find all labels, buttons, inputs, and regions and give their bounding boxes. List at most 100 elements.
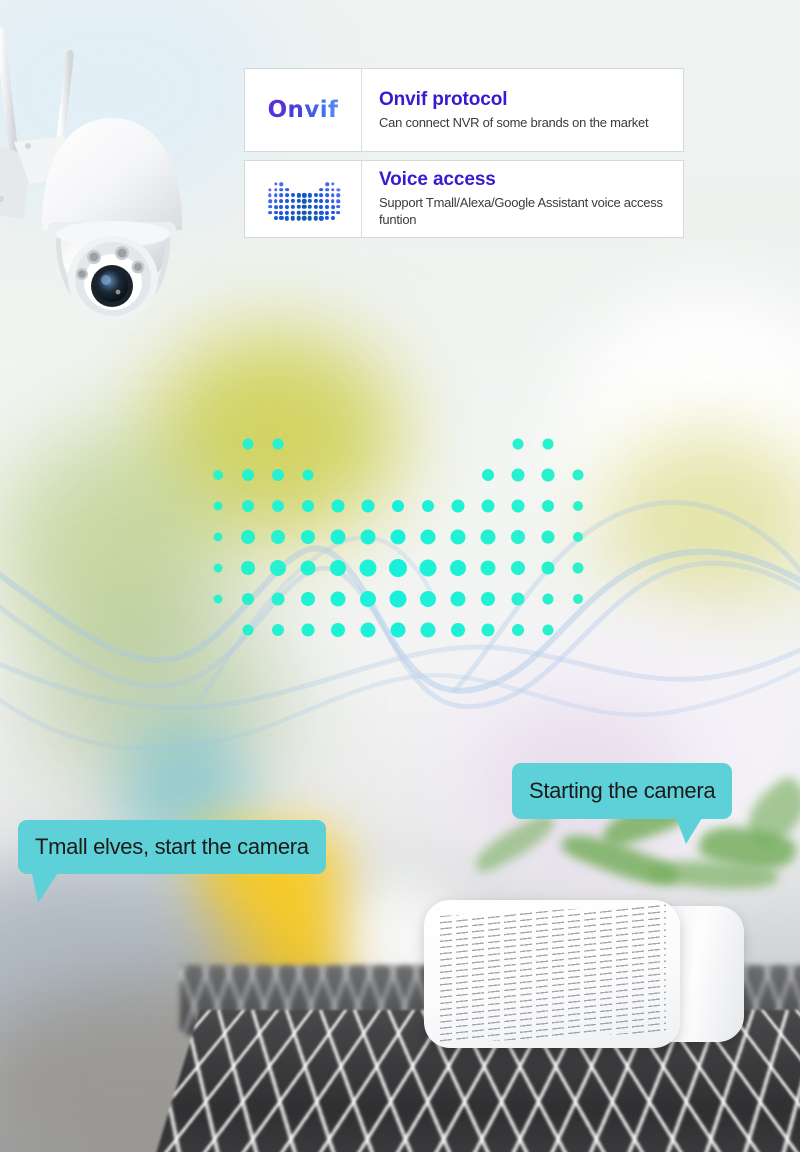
matrix-dot [285, 188, 289, 192]
speech-bubble-user-command: Tmall elves, start the camera [18, 820, 326, 874]
matrix-dot [325, 182, 329, 186]
matrix-dot [214, 533, 223, 542]
matrix-dot [331, 216, 335, 220]
matrix-dot [513, 439, 524, 450]
matrix-dot [481, 530, 496, 545]
matrix-dot [279, 205, 283, 209]
matrix-dot [274, 216, 278, 220]
matrix-dot [241, 561, 255, 575]
matrix-dot [421, 530, 436, 545]
feature-card-onvif-body: Onvif protocol Can connect NVR of some b… [362, 89, 683, 131]
matrix-dot [332, 500, 345, 513]
matrix-dot [291, 199, 295, 203]
matrix-dot [331, 199, 335, 203]
matrix-dot [325, 216, 329, 220]
matrix-dot [573, 594, 583, 604]
matrix-dot [280, 182, 284, 186]
matrix-dot [285, 199, 289, 203]
matrix-dot [291, 210, 295, 214]
matrix-dot [573, 470, 584, 481]
matrix-dot [274, 194, 278, 198]
matrix-dot [390, 591, 407, 608]
matrix-dot [573, 532, 583, 542]
matrix-dot [325, 205, 329, 209]
matrix-dot [285, 193, 289, 197]
matrix-dot [325, 210, 329, 214]
matrix-dot [451, 592, 466, 607]
feature-card-onvif[interactable]: Onvif Onvif protocol Can connect NVR of … [244, 68, 684, 152]
ptz-wifi-camera [0, 24, 204, 354]
feature-subtitle: Support Tmall/Alexa/Google Assistant voi… [379, 194, 675, 228]
matrix-dot [285, 205, 289, 209]
matrix-dot [280, 194, 284, 198]
matrix-dot [296, 193, 300, 197]
matrix-dot [361, 530, 376, 545]
matrix-dot [313, 216, 318, 221]
matrix-dot [274, 182, 277, 185]
matrix-dot [313, 210, 317, 214]
onvif-logo-cell: Onvif [245, 69, 362, 151]
matrix-dot [296, 210, 301, 215]
matrix-dot [482, 624, 495, 637]
speaker-grille [440, 904, 666, 1044]
matrix-dot [285, 216, 289, 220]
matrix-dot [214, 564, 223, 573]
matrix-dot [319, 205, 323, 209]
matrix-dot [268, 205, 272, 209]
matrix-dot [268, 211, 272, 215]
matrix-dot [337, 199, 341, 203]
matrix-dot [302, 216, 307, 221]
matrix-dot [325, 188, 329, 192]
matrix-dot [573, 563, 584, 574]
matrix-dot [242, 593, 254, 605]
matrix-dot [272, 500, 284, 512]
matrix-dot [302, 205, 307, 210]
matrix-dot [512, 624, 524, 636]
matrix-dot [291, 205, 295, 209]
matrix-dot [392, 500, 404, 512]
matrix-dot [279, 199, 283, 203]
matrix-dot [313, 205, 317, 209]
matrix-dot [314, 193, 318, 197]
matrix-dot [268, 199, 272, 203]
voice-matrix-icon [264, 176, 342, 222]
matrix-dot [511, 561, 525, 575]
matrix-dot [214, 595, 223, 604]
matrix-dot [302, 193, 306, 197]
matrix-dot [389, 559, 407, 577]
matrix-dot [296, 216, 301, 221]
matrix-dot [362, 500, 375, 513]
matrix-dot [331, 182, 334, 185]
matrix-dot [482, 469, 494, 481]
matrix-dot [301, 592, 315, 606]
matrix-dot [325, 199, 329, 203]
matrix-dot [337, 188, 340, 191]
matrix-dot [308, 210, 313, 215]
matrix-dot [331, 623, 345, 637]
matrix-dot [331, 592, 346, 607]
speech-bubble-text: Tmall elves, start the camera [35, 834, 309, 860]
speech-bubble-tail-right [676, 818, 702, 844]
matrix-dot [308, 199, 312, 203]
feature-card-voice[interactable]: Voice access Support Tmall/Alexa/Google … [244, 160, 684, 238]
matrix-dot [325, 194, 329, 198]
matrix-dot [330, 560, 346, 576]
matrix-dot [331, 530, 346, 545]
matrix-dot [422, 500, 434, 512]
matrix-dot [243, 625, 254, 636]
matrix-dot [391, 623, 406, 638]
matrix-dot [391, 530, 406, 545]
matrix-dot [268, 194, 271, 197]
feature-title: Onvif protocol [379, 89, 675, 111]
matrix-dot [271, 530, 285, 544]
matrix-dot [241, 530, 255, 544]
matrix-dot [319, 210, 323, 214]
matrix-dot [573, 501, 583, 511]
voice-icon-cell [245, 161, 362, 237]
matrix-dot [314, 199, 318, 203]
matrix-dot [243, 439, 254, 450]
matrix-dot [361, 623, 376, 638]
matrix-dot [482, 500, 495, 513]
matrix-dot [512, 500, 525, 513]
feature-card-list: Onvif Onvif protocol Can connect NVR of … [244, 68, 684, 238]
